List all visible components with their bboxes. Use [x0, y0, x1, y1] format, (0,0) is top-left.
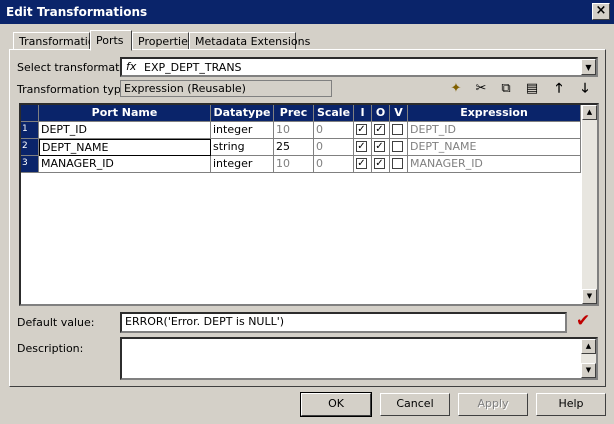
output-checkbox[interactable]: ✓ [374, 141, 385, 152]
port-name-cell[interactable]: DEPT_NAME [39, 139, 211, 156]
col-header-input[interactable]: I [354, 105, 372, 122]
help-button[interactable]: Help [536, 393, 606, 416]
input-cell: ✓ [354, 156, 372, 173]
description-field[interactable] [120, 337, 598, 380]
grid-corner [21, 105, 39, 122]
port-name-cell[interactable]: MANAGER_ID [39, 156, 211, 173]
variable-checkbox[interactable] [392, 158, 403, 169]
output-cell: ✓ [372, 122, 390, 139]
input-checkbox[interactable]: ✓ [356, 158, 367, 169]
default-value-label: Default value: [17, 316, 95, 329]
input-cell: ✓ [354, 139, 372, 156]
input-checkbox[interactable]: ✓ [356, 124, 367, 135]
ports-grid: Port Name Datatype Prec Scale I O V Expr… [19, 103, 599, 306]
default-value-field[interactable]: ERROR('Error. DEPT is NULL') [120, 312, 567, 333]
prec-cell[interactable]: 10 [274, 122, 314, 139]
col-header-variable[interactable]: V [390, 105, 408, 122]
copy-icon[interactable]: ⧉ [497, 80, 515, 98]
variable-cell [390, 139, 408, 156]
move-up-icon[interactable]: 🡑 [550, 80, 568, 98]
tab-metadata-extensions[interactable]: Metadata Extensions [189, 32, 310, 50]
window-title: Edit Transformations [6, 5, 148, 19]
variable-cell [390, 122, 408, 139]
output-checkbox[interactable]: ✓ [374, 158, 385, 169]
row-number[interactable]: 2 [21, 139, 39, 156]
tab-ports[interactable]: Ports [90, 30, 132, 51]
scale-cell[interactable]: 0 [314, 156, 354, 173]
select-transformation-combo[interactable]: fx EXP_DEPT_TRANS ▼ [120, 57, 598, 77]
select-transformation-value: EXP_DEPT_TRANS [144, 61, 242, 74]
chevron-down-icon[interactable]: ▼ [581, 59, 596, 75]
expression-cell[interactable]: DEPT_NAME [408, 139, 581, 156]
variable-checkbox[interactable] [392, 141, 403, 152]
prec-cell[interactable]: 25 [274, 139, 314, 156]
tab-transformation[interactable]: Transformation [13, 32, 102, 50]
description-label: Description: [17, 342, 84, 355]
paste-icon[interactable]: ▤ [523, 80, 541, 98]
expression-cell[interactable]: MANAGER_ID [408, 156, 581, 173]
scroll-down-icon[interactable]: ▼ [582, 289, 597, 304]
validate-icon[interactable]: ✔ [576, 311, 590, 331]
col-header-prec[interactable]: Prec [274, 105, 314, 122]
move-down-icon[interactable]: 🡓 [576, 80, 594, 98]
prec-cell[interactable]: 10 [274, 156, 314, 173]
scroll-up-icon[interactable]: ▲ [581, 339, 596, 354]
scroll-down-icon[interactable]: ▼ [581, 363, 596, 378]
transformation-type-label: Transformation type: [17, 83, 132, 96]
col-header-datatype[interactable]: Datatype [211, 105, 274, 122]
row-number[interactable]: 1 [21, 122, 39, 139]
new-port-icon[interactable]: ✦ [447, 80, 465, 98]
output-cell: ✓ [372, 156, 390, 173]
col-header-port-name[interactable]: Port Name [39, 105, 211, 122]
datatype-cell[interactable]: integer [211, 122, 274, 139]
output-cell: ✓ [372, 139, 390, 156]
scale-cell[interactable]: 0 [314, 139, 354, 156]
input-checkbox[interactable]: ✓ [356, 141, 367, 152]
description-scrollbar[interactable]: ▲ ▼ [581, 339, 596, 378]
fx-icon: fx [126, 60, 137, 73]
col-header-expression[interactable]: Expression [408, 105, 581, 122]
output-checkbox[interactable]: ✓ [374, 124, 385, 135]
port-name-cell[interactable]: DEPT_ID [39, 122, 211, 139]
variable-checkbox[interactable] [392, 124, 403, 135]
expression-cell[interactable]: DEPT_ID [408, 122, 581, 139]
col-header-scale[interactable]: Scale [314, 105, 354, 122]
row-number[interactable]: 3 [21, 156, 39, 173]
variable-cell [390, 156, 408, 173]
col-header-output[interactable]: O [372, 105, 390, 122]
tab-properties[interactable]: Properties [132, 32, 194, 50]
close-button[interactable]: × [592, 3, 610, 20]
cut-icon[interactable]: ✂ [472, 80, 490, 98]
input-cell: ✓ [354, 122, 372, 139]
grid-scrollbar[interactable]: ▲ ▼ [582, 105, 597, 304]
datatype-cell[interactable]: string [211, 139, 274, 156]
title-bar: Edit Transformations × [0, 0, 614, 24]
cancel-button[interactable]: Cancel [380, 393, 450, 416]
apply-button[interactable]: Apply [458, 393, 528, 416]
ok-button[interactable]: OK [300, 392, 372, 417]
scale-cell[interactable]: 0 [314, 122, 354, 139]
scroll-up-icon[interactable]: ▲ [582, 105, 597, 120]
datatype-cell[interactable]: integer [211, 156, 274, 173]
transformation-type-field: Expression (Reusable) [120, 80, 332, 97]
